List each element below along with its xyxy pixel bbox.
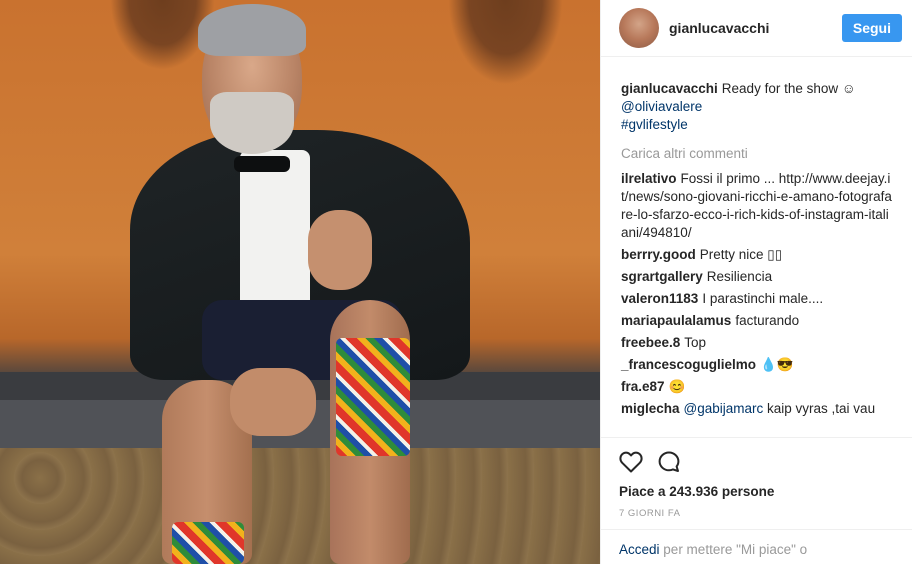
bow-tie <box>234 156 290 172</box>
caption-text: Ready for the show ☺ <box>721 81 856 96</box>
comment-text: Top <box>684 335 707 350</box>
person-figure <box>130 0 470 564</box>
caption-mention[interactable]: @oliviavalere <box>621 98 894 116</box>
comment-text: facturando <box>735 313 800 328</box>
comment-text: 💧😎 <box>760 357 794 372</box>
caption-hashtag[interactable]: #gvlifestyle <box>621 116 894 134</box>
comment-text: 😊 <box>668 379 686 394</box>
comment-text: Resiliencia <box>706 269 773 284</box>
login-link[interactable]: Accedi <box>619 542 660 557</box>
avatar[interactable] <box>619 8 659 48</box>
comment-text: kaip vyras ,tai vau <box>767 401 876 416</box>
comment-username[interactable]: fra.e87 <box>621 379 665 394</box>
comments-list: gianlucavacchi Ready for the show ☺ @oliv… <box>601 57 912 437</box>
follow-button[interactable]: Segui <box>841 14 902 42</box>
comment-text: Pretty nice ▯▯ <box>699 247 783 262</box>
heart-icon[interactable] <box>619 451 643 476</box>
instagram-post: gianlucavacchi Segui gianlucavacchi Ready… <box>0 0 912 564</box>
resting-hand <box>230 368 316 436</box>
post-sidebar: gianlucavacchi Segui gianlucavacchi Ready… <box>600 0 912 564</box>
comment: sgrartgallery Resiliencia <box>621 268 894 286</box>
post-photo[interactable] <box>0 0 600 564</box>
comment: _francescoguglielmo 💧😎 <box>621 356 894 374</box>
comment: ilrelativo Fossi il primo ... http://www.… <box>621 170 894 242</box>
hair <box>198 4 306 56</box>
comment-mention[interactable]: @gabijamarc <box>684 401 764 416</box>
comment-username[interactable]: miglecha <box>621 401 680 416</box>
action-icons <box>619 448 895 478</box>
thumbs-up-hand <box>308 210 372 290</box>
login-prompt: Accedi per mettere "Mi piace" o <box>601 529 912 564</box>
load-more-comments[interactable]: Carica altri commenti <box>621 146 894 161</box>
comment: freebee.8 Top <box>621 334 894 352</box>
white-shirt <box>240 150 310 310</box>
comment: valeron1183 I parastinchi male.... <box>621 290 894 308</box>
comment-username[interactable]: berrry.good <box>621 247 696 262</box>
caption: gianlucavacchi Ready for the show ☺ @oliv… <box>621 80 894 134</box>
beaded-shin-guard-right <box>336 338 410 456</box>
comment-username[interactable]: freebee.8 <box>621 335 680 350</box>
comment: berrry.good Pretty nice ▯▯ <box>621 246 894 264</box>
beaded-shin-guard-left <box>172 522 244 564</box>
login-prompt-text: per mettere "Mi piace" o <box>663 542 808 557</box>
comment-username[interactable]: ilrelativo <box>621 171 677 186</box>
caption-username[interactable]: gianlucavacchi <box>621 81 718 96</box>
comment: miglecha @gabijamarc kaip vyras ,tai vau <box>621 400 894 418</box>
comment-username[interactable]: sgrartgallery <box>621 269 703 284</box>
beard <box>210 92 294 154</box>
post-header: gianlucavacchi Segui <box>601 0 912 57</box>
comment-username[interactable]: _francescoguglielmo <box>621 357 756 372</box>
comment-username[interactable]: valeron1183 <box>621 291 698 306</box>
comment-bubble-icon[interactable] <box>657 450 681 477</box>
comment: fra.e87 😊 <box>621 378 894 396</box>
post-timestamp: 7 GIORNI FA <box>619 508 681 519</box>
header-username[interactable]: gianlucavacchi <box>669 20 842 36</box>
comment-text: I parastinchi male.... <box>702 291 824 306</box>
comment-username[interactable]: mariapaulalamus <box>621 313 731 328</box>
likes-count[interactable]: Piace a 243.936 persone <box>619 484 895 499</box>
comment: mariapaulalamus facturando <box>621 312 894 330</box>
post-actions: Piace a 243.936 persone 7 GIORNI FA <box>601 437 912 519</box>
